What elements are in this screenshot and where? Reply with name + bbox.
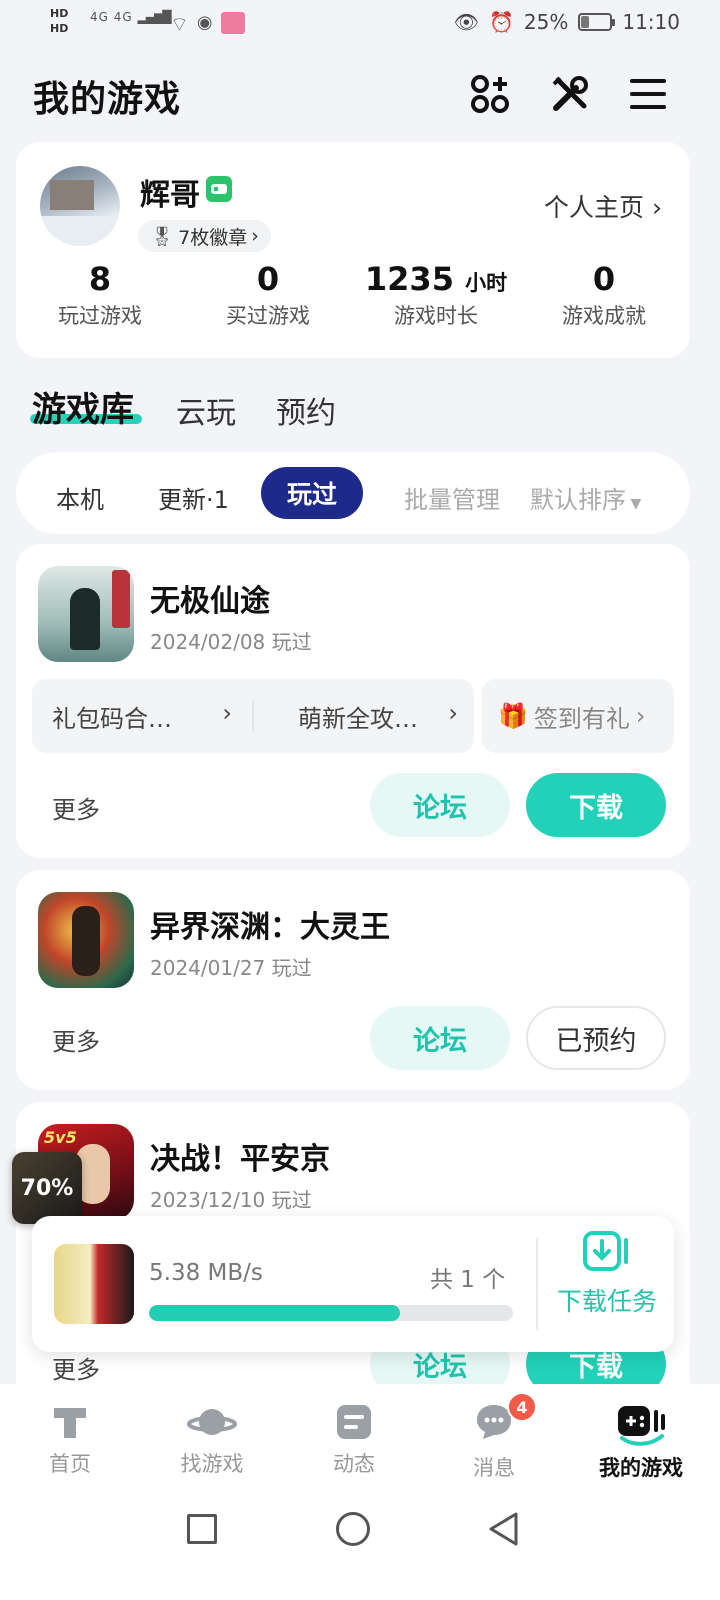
chevron-right-icon: ›	[635, 702, 646, 730]
download-button[interactable]: 下载	[526, 773, 666, 837]
vip-badge-icon	[206, 176, 232, 202]
forum-button[interactable]: 论坛	[370, 773, 510, 837]
game-card[interactable]: 无极仙途 2024/02/08 玩过 礼包码合… › 萌新全攻… › 🎁 签到有礼 …	[16, 544, 690, 858]
filter-local[interactable]: 本机	[56, 480, 104, 515]
download-progress	[149, 1305, 513, 1321]
game-played-date: 2023/12/10 玩过	[150, 1188, 312, 1212]
home-circle-icon[interactable]	[336, 1512, 370, 1546]
message-count-badge: 4	[507, 1392, 537, 1422]
tab-library[interactable]: 游戏库	[32, 382, 134, 431]
page-title: 我的游戏	[33, 79, 182, 120]
quick-links: 礼包码合… › 萌新全攻… ›	[32, 679, 474, 753]
game-title: 无极仙途	[150, 584, 270, 619]
feed-icon	[337, 1405, 371, 1439]
clock: 11:10	[622, 10, 680, 34]
stat-played[interactable]: 8 玩过游戏	[16, 260, 184, 330]
gift-icon: 🎁	[498, 702, 528, 730]
download-tasks-button[interactable]: 下载任务	[552, 1228, 662, 1318]
profile-card: 辉哥 🎖 7枚徽章 › 个人主页 › 8 玩过游戏 0 买过游戏 1235 小时…	[16, 142, 690, 358]
game-card[interactable]: 异界深渊：大灵王 2024/01/27 玩过 更多 论坛 已预约	[16, 870, 690, 1090]
chevron-right-icon: ›	[652, 193, 662, 222]
nav-discover[interactable]: 找游戏	[152, 1402, 272, 1478]
badges-button[interactable]: 🎖 7枚徽章 ›	[138, 220, 271, 252]
stat-bought[interactable]: 0 买过游戏	[184, 260, 352, 330]
planet-icon	[187, 1409, 237, 1435]
more-button[interactable]: 更多	[52, 790, 100, 825]
game-icon[interactable]	[38, 892, 134, 988]
avatar[interactable]	[40, 166, 120, 246]
download-speed: 5.38 MB/s	[149, 1260, 263, 1286]
download-task-icon	[583, 1231, 628, 1271]
filter-played[interactable]: 玩过	[261, 467, 363, 519]
filter-bar: 本机 更新·1 玩过 批量管理 默认排序 ▼	[16, 452, 690, 534]
bilibili-icon	[220, 12, 245, 34]
sort-dropdown[interactable]: 默认排序 ▼	[530, 480, 641, 515]
floating-game-window[interactable]: 70%	[12, 1152, 82, 1224]
gamepad-icon	[618, 1406, 665, 1446]
wifi-icon: ⌔	[170, 12, 189, 36]
recents-square-icon[interactable]	[187, 1514, 217, 1544]
forum-button[interactable]: 论坛	[370, 1006, 510, 1070]
download-progress-fill	[149, 1305, 401, 1321]
apps-add-icon[interactable]	[468, 72, 512, 116]
more-button[interactable]: 更多	[52, 1022, 100, 1057]
game-title: 决战！平安京	[150, 1142, 330, 1177]
download-panel[interactable]: 5.38 MB/s 共 1 个 下载任务	[32, 1216, 674, 1352]
guide-link[interactable]: 萌新全攻… ›	[254, 699, 474, 734]
medal-icon: 🎖	[150, 225, 175, 248]
download-game-icon	[54, 1244, 134, 1324]
nav-messages[interactable]: 4 消息	[434, 1392, 554, 1482]
reserved-button[interactable]: 已预约	[526, 1006, 666, 1070]
alarm-icon: ⏰	[489, 10, 514, 34]
game-played-date: 2024/02/08 玩过	[150, 630, 312, 654]
eye-icon: 👁	[453, 10, 479, 34]
filter-updates[interactable]: 更新·1	[158, 480, 229, 515]
nav-home[interactable]: 首页	[10, 1402, 130, 1478]
status-right: 👁 ⏰ 25% 11:10	[454, 10, 680, 34]
username[interactable]: 辉哥	[140, 170, 200, 214]
tab-reserve[interactable]: 预约	[276, 388, 336, 432]
chevron-right-icon: ›	[251, 225, 259, 247]
hd-indicators: HD HD	[50, 7, 69, 35]
wechat-icon: ◉	[196, 12, 213, 33]
tools-icon[interactable]	[548, 72, 592, 116]
game-icon[interactable]	[38, 566, 134, 662]
nav-feed[interactable]: 动态	[294, 1402, 414, 1478]
battery-icon	[578, 13, 616, 31]
caret-down-icon: ▼	[626, 496, 642, 512]
back-triangle-icon[interactable]	[486, 1510, 520, 1552]
nav-my-games[interactable]: 我的游戏	[576, 1402, 706, 1482]
game-title: 异界深渊：大灵王	[150, 910, 390, 945]
stat-playtime[interactable]: 1235 小时 游戏时长	[352, 260, 520, 330]
download-count: 共 1 个	[430, 1267, 506, 1293]
profile-home-link[interactable]: 个人主页 ›	[544, 188, 662, 224]
bottom-nav: 首页 找游戏 动态 4 消息 我的游戏	[0, 1384, 720, 1494]
signin-gift-button[interactable]: 🎁 签到有礼 ›	[482, 679, 674, 753]
system-nav-bar	[0, 1494, 720, 1600]
signal-indicator: 4G 4G ▂▄▆█	[90, 10, 171, 24]
gift-code-link[interactable]: 礼包码合… ›	[32, 699, 252, 734]
chevron-right-icon: ›	[222, 698, 232, 727]
chevron-right-icon: ›	[448, 698, 458, 727]
batch-manage-button[interactable]: 批量管理	[404, 480, 500, 515]
stat-achievements[interactable]: 0 游戏成就	[520, 260, 688, 330]
status-bar: HD HD 4G 4G ▂▄▆█ ⌔ ◉ 👁 ⏰ 25% 11:10	[0, 0, 720, 48]
tab-cloud[interactable]: 云玩	[176, 388, 236, 432]
game-played-date: 2024/01/27 玩过	[150, 956, 312, 980]
home-t-icon	[54, 1408, 86, 1438]
battery-percent: 25%	[523, 10, 569, 34]
menu-icon[interactable]	[626, 72, 670, 116]
more-button[interactable]: 更多	[52, 1350, 100, 1385]
